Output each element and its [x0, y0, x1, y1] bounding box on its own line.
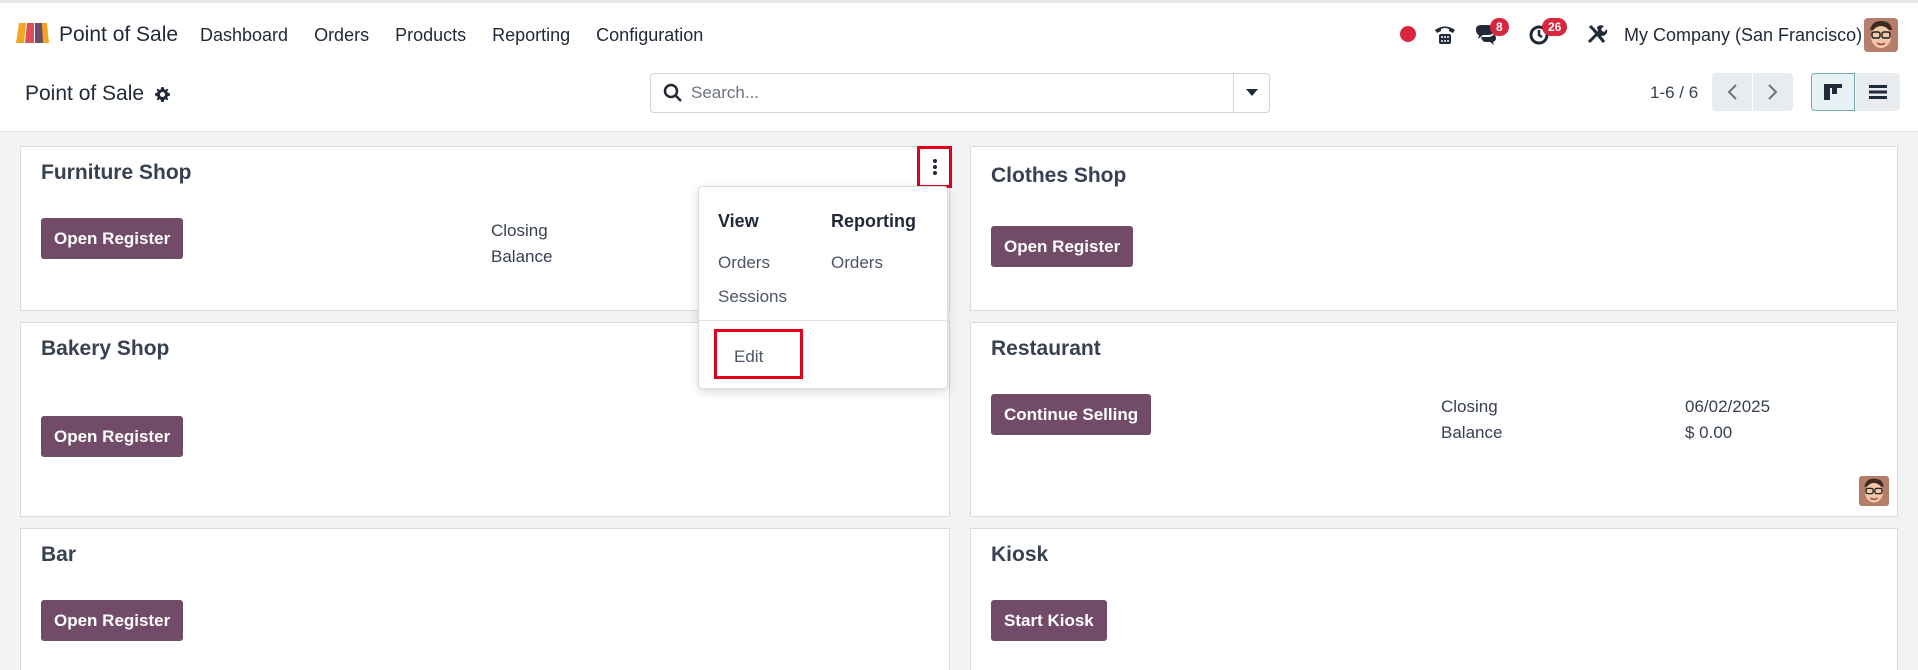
chevron-right-icon: [1768, 84, 1778, 100]
gear-icon[interactable]: [154, 86, 171, 103]
closing-label: Closing: [491, 221, 548, 240]
phone-icon[interactable]: [1432, 21, 1458, 47]
open-register-button[interactable]: Open Register: [41, 600, 184, 641]
pos-card-bar: Bar Open Register: [20, 528, 950, 670]
search-input[interactable]: [691, 80, 1211, 106]
card-title[interactable]: Kiosk: [991, 543, 1048, 567]
chat-badge: 8: [1490, 18, 1509, 36]
list-view-button[interactable]: [1856, 73, 1900, 111]
pos-card-restaurant: Restaurant Continue Selling Closing Bala…: [970, 322, 1898, 517]
pager-previous-button[interactable]: [1712, 73, 1752, 111]
pos-card-clothes-shop: Clothes Shop Open Register: [970, 146, 1898, 311]
menu-orders[interactable]: Orders: [314, 25, 369, 46]
card-title[interactable]: Bar: [41, 543, 76, 567]
pos-app-logo-icon[interactable]: [14, 21, 50, 45]
edit-label: Edit: [734, 347, 764, 366]
open-register-button[interactable]: Open Register: [41, 416, 184, 457]
menu-reporting[interactable]: Reporting: [492, 25, 570, 46]
responsible-avatar[interactable]: [1859, 476, 1889, 506]
card-title[interactable]: Furniture Shop: [41, 161, 192, 185]
edit-menu-item[interactable]: Edit: [714, 329, 803, 379]
dropdown-divider: [699, 320, 947, 321]
closing-date-value: 06/02/2025: [1685, 397, 1771, 416]
breadcrumb: Point of Sale: [25, 82, 171, 106]
view-sessions-link[interactable]: Sessions: [718, 287, 787, 307]
pager-next-button[interactable]: [1753, 73, 1793, 111]
start-kiosk-button[interactable]: Start Kiosk: [991, 600, 1107, 641]
reporting-section-header: Reporting: [831, 211, 916, 231]
list-view-icon: [1869, 85, 1887, 99]
open-register-button[interactable]: Open Register: [41, 218, 184, 259]
main-menu: Dashboard Orders Products Reporting Conf…: [200, 25, 729, 46]
tools-icon[interactable]: [1584, 21, 1610, 47]
balance-label: Balance: [1441, 423, 1503, 442]
card-title[interactable]: Bakery Shop: [41, 337, 169, 361]
search-bar: [650, 73, 1270, 113]
card-title[interactable]: Clothes Shop: [991, 164, 1126, 188]
activity-badge: 26: [1542, 18, 1568, 36]
view-orders-link[interactable]: Orders: [718, 253, 770, 273]
pager-value[interactable]: 1-6 / 6: [1650, 83, 1698, 103]
kanban-view-icon: [1824, 84, 1842, 100]
card-options-button[interactable]: [917, 146, 952, 188]
company-switcher[interactable]: My Company (San Francisco): [1624, 25, 1862, 46]
card-title[interactable]: Restaurant: [991, 337, 1101, 361]
balance-value: $ 0.00: [1685, 423, 1733, 442]
app-name[interactable]: Point of Sale: [59, 23, 178, 47]
menu-products[interactable]: Products: [395, 25, 466, 46]
user-avatar[interactable]: [1864, 18, 1898, 52]
card-options-dropdown: View Reporting Orders Sessions Orders Ed…: [698, 186, 948, 389]
kanban-view-button[interactable]: [1811, 73, 1855, 111]
open-register-button[interactable]: Open Register: [991, 226, 1134, 267]
vertical-dots-icon: [932, 159, 937, 175]
menu-dashboard[interactable]: Dashboard: [200, 25, 288, 46]
balance-label: Balance: [491, 247, 553, 266]
menu-configuration[interactable]: Configuration: [596, 25, 703, 46]
pos-card-kiosk: Kiosk Start Kiosk: [970, 528, 1898, 670]
caret-down-icon: [1245, 89, 1258, 96]
top-navbar: Point of Sale Dashboard Orders Products …: [0, 0, 1918, 64]
chevron-left-icon: [1727, 84, 1737, 100]
search-icon: [663, 83, 682, 102]
reporting-orders-link[interactable]: Orders: [831, 253, 883, 273]
control-panel: Point of Sale 1-6 / 6: [0, 64, 1918, 132]
page-title: Point of Sale: [25, 82, 145, 105]
view-section-header: View: [718, 211, 759, 231]
search-options-toggle[interactable]: [1233, 74, 1269, 112]
recording-indicator-icon[interactable]: [1400, 26, 1416, 42]
continue-selling-button[interactable]: Continue Selling: [991, 394, 1152, 435]
closing-label: Closing: [1441, 397, 1498, 416]
